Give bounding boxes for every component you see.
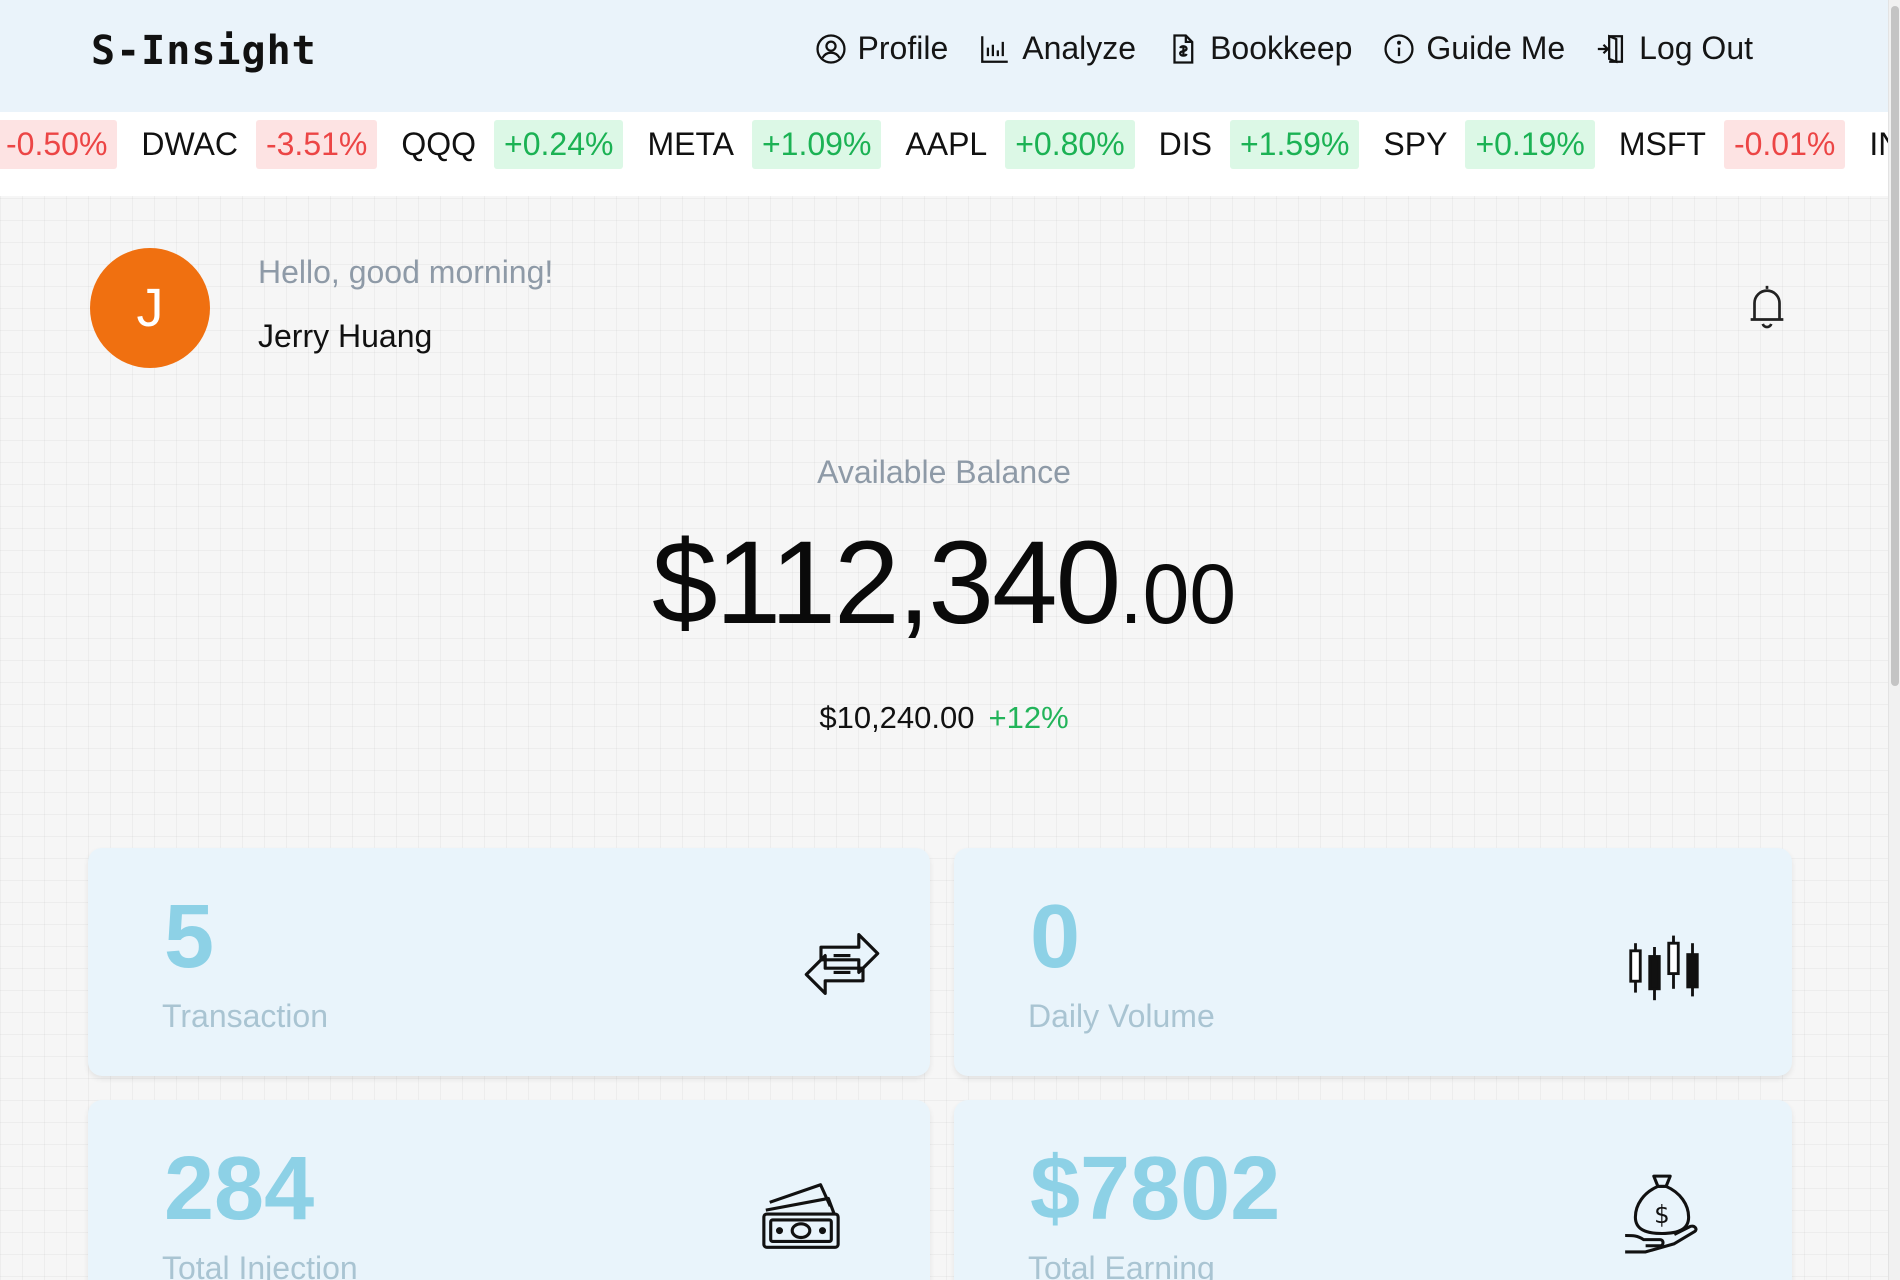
ticker-change: +1.09% — [751, 120, 882, 169]
ticker-symbol: SPY — [1383, 126, 1448, 162]
stat-value: $7802 — [1030, 1139, 1281, 1239]
info-icon — [1384, 33, 1414, 64]
profile-icon — [815, 33, 846, 64]
ticker-symbol: META — [647, 126, 734, 162]
ticker-symbol: QQQ — [401, 126, 477, 162]
nav-guide-me-label: Guide Me — [1426, 30, 1566, 66]
stat-card-total-injection[interactable]: 284 Total Injection — [88, 1100, 930, 1280]
ticker-change: -0.01% — [1723, 120, 1846, 169]
stock-ticker: -0.50% DWAC -3.51% QQQ +0.24% META +1.09… — [0, 112, 1888, 196]
stat-label: Transaction — [162, 998, 328, 1034]
nav-bookkeep[interactable]: Bookkeep — [1166, 30, 1352, 67]
greeting-text: Hello, good morning! — [258, 254, 554, 290]
ticker-item[interactable]: QQQ +0.24% — [401, 120, 624, 169]
balance-change-pct: +12% — [988, 700, 1069, 735]
ticker-symbol: DWAC — [141, 126, 238, 162]
ticker-track: -0.50% DWAC -3.51% QQQ +0.24% META +1.09… — [0, 120, 1888, 169]
ticker-symbol: DIS — [1158, 126, 1212, 162]
ticker-symbol: AAPL — [905, 126, 988, 162]
nav-analyze[interactable]: Analyze — [978, 30, 1136, 67]
ticker-item[interactable]: META +1.09% — [647, 120, 882, 169]
scrollbar[interactable] — [1888, 0, 1900, 1280]
candlestick-icon — [1629, 935, 1699, 1001]
logout-icon — [1597, 34, 1624, 63]
ticker-item[interactable]: AAPL +0.80% — [905, 120, 1135, 169]
ticker-change: +0.24% — [494, 120, 624, 169]
document-icon — [1173, 33, 1194, 64]
balance-label: Available Balance — [817, 454, 1071, 490]
balance-change: $10,240.00 +12% — [0, 700, 1888, 736]
ticker-change: -3.51% — [255, 120, 378, 169]
ticker-item[interactable]: -0.50% — [0, 120, 118, 169]
stat-label: Daily Volume — [1028, 998, 1215, 1034]
balance-change-amount: $10,240.00 — [819, 700, 975, 735]
stat-card-daily-volume[interactable]: 0 Daily Volume — [954, 848, 1792, 1076]
nav-guide-me[interactable]: Guide Me — [1382, 30, 1565, 67]
exchange-arrows-icon — [804, 933, 880, 995]
ticker-item[interactable]: INT — [1869, 126, 1888, 163]
stat-value: 5 — [164, 887, 215, 987]
ticker-item[interactable]: DIS +1.59% — [1159, 120, 1360, 169]
ticker-change: +1.59% — [1229, 120, 1360, 169]
stat-card-transaction[interactable]: 5 Transaction — [88, 848, 930, 1076]
stat-label: Total Earning — [1028, 1250, 1215, 1280]
money-bag-hand-icon: $ — [1625, 1174, 1698, 1254]
nav-profile-label: Profile — [857, 30, 949, 66]
user-name: Jerry Huang — [258, 318, 433, 354]
nav-bookkeep-label: Bookkeep — [1210, 30, 1353, 66]
ticker-change: +0.80% — [1005, 120, 1135, 169]
main-nav: Profile Analyze Bookkeep Guide Me Log Ou… — [814, 30, 1753, 67]
stat-value: 284 — [164, 1139, 315, 1239]
ticker-item[interactable]: MSFT -0.01% — [1618, 120, 1846, 169]
brand-logo[interactable]: S-Insight — [91, 28, 317, 74]
ticker-change: -0.50% — [0, 120, 118, 169]
nav-log-out[interactable]: Log Out — [1595, 30, 1753, 67]
top-header: S-Insight Profile Analyze Bookkeep Guide… — [0, 0, 1888, 112]
balance-amount: $112,340.00 — [0, 524, 1888, 642]
balance-decimal: .00 — [1119, 547, 1237, 641]
nav-analyze-label: Analyze — [1022, 30, 1137, 66]
scrollbar-thumb[interactable] — [1891, 6, 1899, 686]
cash-stack-icon — [762, 1183, 840, 1249]
ticker-symbol: MSFT — [1618, 126, 1706, 162]
ticker-item[interactable]: SPY +0.19% — [1383, 120, 1595, 169]
chart-bar-icon — [981, 35, 1008, 63]
ticker-change: +0.19% — [1465, 120, 1595, 169]
avatar[interactable]: J — [90, 248, 210, 368]
ticker-symbol: INT — [1869, 126, 1888, 162]
nav-profile[interactable]: Profile — [814, 30, 949, 67]
svg-text:$: $ — [1654, 1200, 1670, 1229]
balance-whole: $112,340 — [651, 517, 1121, 649]
nav-log-out-label: Log Out — [1639, 30, 1753, 66]
ticker-item[interactable]: DWAC -3.51% — [141, 120, 378, 169]
stat-card-total-earning[interactable]: $7802 Total Earning $ — [954, 1100, 1792, 1280]
stat-value: 0 — [1030, 887, 1081, 987]
avatar-initial: J — [136, 278, 164, 338]
stat-label: Total Injection — [162, 1250, 358, 1280]
bell-icon[interactable] — [1743, 282, 1791, 332]
